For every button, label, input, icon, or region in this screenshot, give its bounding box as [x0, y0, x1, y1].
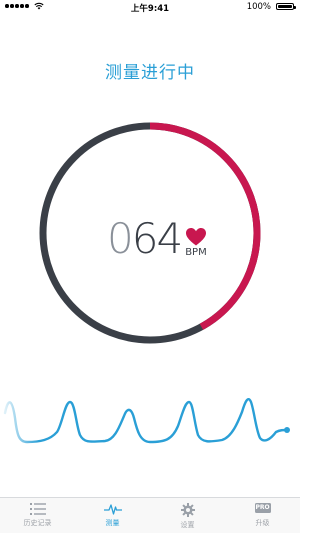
status-bar: 上午9:41 100% [0, 0, 300, 14]
tab-measure-label: 测量 [105, 519, 120, 527]
pulse-waveform-head [284, 427, 290, 433]
bpm-value: 64 [131, 214, 183, 263]
tab-history[interactable]: 历史记录 [0, 498, 75, 533]
bpm-leading-zero: 0 [107, 214, 134, 263]
bpm-readout: 0 64 BPM [107, 210, 207, 260]
tab-history-label: 历史记录 [23, 519, 52, 527]
heart-icon [185, 228, 206, 246]
heart-unit-group: BPM [185, 228, 207, 258]
battery-icon [276, 3, 296, 10]
tab-settings-label: 设置 [180, 521, 195, 529]
tab-upgrade[interactable]: PRO 升级 [225, 498, 300, 533]
tab-bar: 历史记录 测量 设置 PRO 升级 [0, 497, 300, 533]
list-icon [29, 503, 46, 515]
pulse-waveform-line [3, 398, 289, 444]
tab-measure[interactable]: 测量 [75, 498, 150, 533]
tab-upgrade-label: 升级 [255, 519, 270, 527]
pro-badge-icon: PRO [254, 503, 271, 513]
pulse-waveform [3, 398, 290, 444]
tab-settings[interactable]: 设置 [150, 498, 225, 533]
gear-icon [180, 503, 195, 517]
bpm-unit-label: BPM [185, 247, 207, 258]
pulse-icon [103, 504, 122, 515]
page-title: 测量进行中 [105, 63, 195, 83]
battery-percentage: 100% [246, 2, 271, 12]
